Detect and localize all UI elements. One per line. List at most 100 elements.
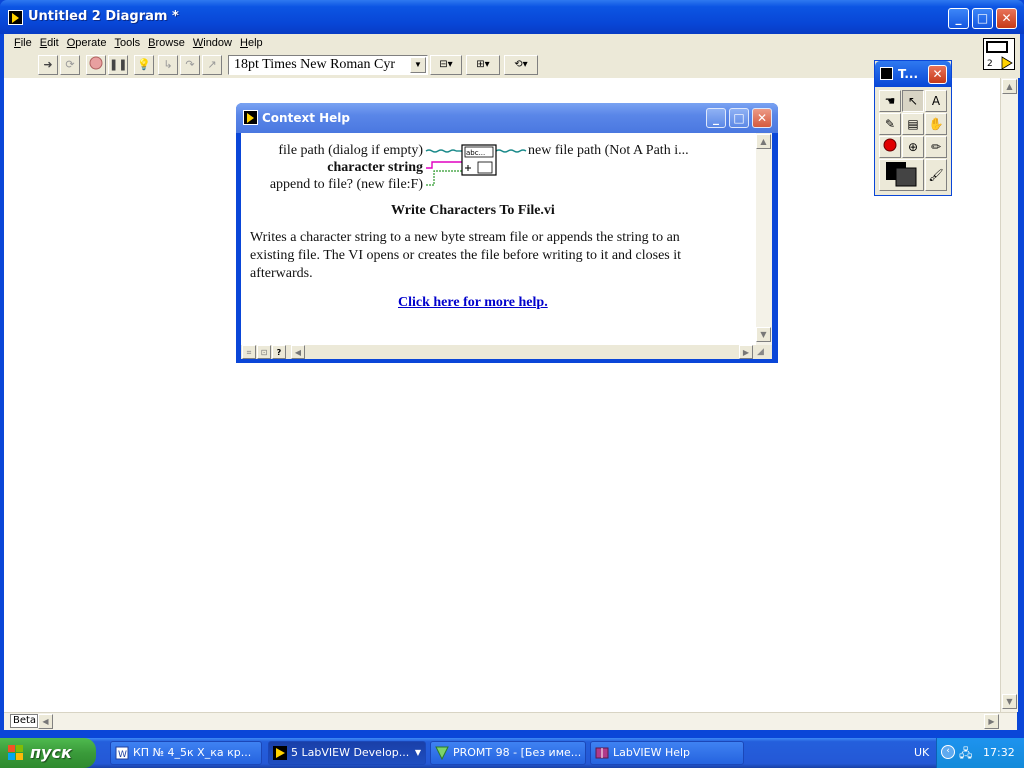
menu-operate[interactable]: Operate [63, 34, 111, 52]
toolbar: ➜ ⟳ ❚❚ 💡 ↳ ↷ ↗ 18pt Times New Roman Cyr … [4, 52, 980, 78]
scroll-hand-icon[interactable]: ✋ [925, 113, 947, 135]
menu-bar: File Edit Operate Tools Browse Window Help [4, 34, 980, 52]
scroll-left-icon[interactable]: ◀ [38, 714, 53, 729]
menu-help[interactable]: Help [236, 34, 267, 52]
language-indicator[interactable]: UK [914, 738, 929, 768]
vi-description: Writes a character string to a new byte … [250, 230, 682, 281]
pause-icon[interactable]: ❚❚ [108, 55, 128, 75]
minimize-button[interactable]: _ [948, 8, 969, 29]
tools-palette-titlebar[interactable]: T... ✕ [875, 61, 951, 87]
taskbar-item-promt[interactable]: PROMT 98 - [Без име... [430, 741, 586, 765]
step-out-icon[interactable]: ↗ [202, 55, 222, 75]
tools-palette-title: T... [898, 67, 919, 81]
menu-tools[interactable]: Tools [110, 34, 144, 52]
scroll-up-icon[interactable]: ▲ [1002, 79, 1017, 94]
svg-text:W: W [118, 750, 127, 760]
breakpoint-icon[interactable] [879, 136, 901, 158]
help-book-icon [595, 747, 609, 759]
object-shortcut-menu-icon[interactable]: ▤ [902, 113, 924, 135]
probe-icon[interactable]: ⊕ [902, 136, 924, 158]
tools-palette-close-button[interactable]: ✕ [928, 65, 947, 84]
windows-flag-icon [8, 745, 23, 760]
scroll-down-icon[interactable]: ▼ [1002, 694, 1017, 709]
scroll-up-icon[interactable]: ▲ [756, 134, 771, 149]
menu-edit[interactable]: Edit [36, 34, 63, 52]
system-tray: ‹ 🖧 17:32 [936, 738, 1024, 768]
word-doc-icon: W [115, 746, 129, 760]
lock-help-icon[interactable]: ⊡ [257, 345, 271, 359]
menu-window[interactable]: Window [189, 34, 236, 52]
resize-grip-icon[interactable]: ◢ [757, 347, 770, 359]
more-help-link[interactable]: Click here for more help. [398, 295, 548, 311]
run-arrow-icon[interactable]: ➜ [38, 55, 58, 75]
color-brush-icon[interactable]: 🖌 [925, 159, 947, 191]
taskbar-item-label: КП № 4_5к Х_ка кр... [133, 746, 252, 759]
vi-icon-number: 2 [987, 59, 993, 69]
clock[interactable]: 17:32 [983, 738, 1015, 768]
align-objects-dropdown[interactable]: ⊟▾ [430, 55, 462, 75]
edit-text-icon[interactable]: A [925, 90, 947, 112]
scroll-down-icon[interactable]: ▼ [756, 327, 771, 342]
close-button[interactable]: ✕ [996, 8, 1017, 29]
connect-wire-icon[interactable]: ✎ [879, 113, 901, 135]
start-button[interactable]: пуск [0, 738, 96, 768]
taskbar-item-label: LabVIEW Help [613, 746, 691, 759]
terminal-label-character-string: character string [327, 160, 423, 175]
title-bar[interactable]: Untitled 2 Diagram * _ □ ✕ [0, 0, 1024, 34]
labview-app-icon [880, 67, 893, 80]
labview-app-icon [273, 746, 287, 760]
vi-icon[interactable]: 2 [983, 38, 1015, 70]
show-hidden-icons-icon[interactable]: ‹ [941, 745, 955, 759]
context-help-titlebar[interactable]: Context Help _ □ ✕ [236, 103, 778, 133]
context-help-bottom-bar: ⌗ ⊡ ? ◀ ▶ ◢ [241, 345, 772, 359]
taskbar-item-labview-help[interactable]: LabVIEW Help [590, 741, 744, 765]
abort-icon[interactable] [86, 55, 106, 75]
step-into-icon[interactable]: ↳ [158, 55, 178, 75]
set-color-icon[interactable] [879, 159, 924, 191]
terminal-label-append: append to file? (new file:F) [269, 177, 423, 192]
context-help-vertical-scrollbar[interactable]: ▲ ▼ [756, 133, 772, 345]
scroll-right-icon[interactable]: ▶ [739, 345, 753, 359]
simple-help-icon[interactable]: ⌗ [242, 345, 256, 359]
highlight-execution-icon[interactable]: 💡 [134, 55, 154, 75]
vi-connector-diagram: abc... [425, 144, 527, 186]
scroll-right-icon[interactable]: ▶ [984, 714, 999, 729]
font-select[interactable]: 18pt Times New Roman Cyr ▼ [228, 55, 428, 75]
labview-app-icon[interactable] [8, 10, 23, 25]
menu-browse[interactable]: Browse [144, 34, 189, 52]
operate-hand-icon[interactable]: ☚ [879, 90, 901, 112]
context-help-content: file path (dialog if empty) character st… [241, 133, 756, 345]
get-color-icon[interactable]: ✏ [925, 136, 947, 158]
chevron-down-icon[interactable]: ▼ [415, 742, 421, 764]
context-help-title: Context Help [262, 111, 351, 125]
start-label: пуск [30, 743, 72, 762]
promt-icon [435, 746, 449, 760]
labview-app-icon [243, 110, 258, 125]
taskbar-item-label: 5 LabVIEW Develop... [291, 746, 410, 759]
diagram-horizontal-scrollbar[interactable]: Beta ◀ ▶ [4, 712, 1017, 730]
taskbar-item-label: PROMT 98 - [Без име... [453, 746, 582, 759]
run-continuously-icon[interactable]: ⟳ [60, 55, 80, 75]
diagram-vertical-scrollbar[interactable]: ▲ ▼ [1000, 78, 1018, 712]
distribute-objects-dropdown[interactable]: ⊞▾ [466, 55, 500, 75]
step-over-icon[interactable]: ↷ [180, 55, 200, 75]
vi-name: Write Characters To File.vi [391, 203, 555, 218]
help-question-icon[interactable]: ? [272, 345, 286, 359]
taskbar: пуск W КП № 4_5к Х_ка кр... 5 LabVIEW De… [0, 738, 1024, 768]
position-arrow-icon[interactable]: ↖ [902, 90, 924, 112]
status-beta-label: Beta [10, 714, 38, 728]
context-help-minimize-button[interactable]: _ [706, 108, 726, 128]
context-help-maximize-button[interactable]: □ [729, 108, 749, 128]
taskbar-item-labview[interactable]: 5 LabVIEW Develop... ▼ [268, 741, 426, 765]
chevron-down-icon[interactable]: ▼ [410, 57, 426, 73]
terminal-label-file-path: file path (dialog if empty) [278, 143, 423, 158]
terminal-label-new-file-path: new file path (Not A Path i... [528, 143, 689, 158]
network-icon[interactable]: 🖧 [959, 738, 972, 768]
scroll-left-icon[interactable]: ◀ [291, 345, 305, 359]
taskbar-item-word[interactable]: W КП № 4_5к Х_ка кр... [110, 741, 262, 765]
reorder-dropdown[interactable]: ⟲▾ [504, 55, 538, 75]
context-help-close-button[interactable]: ✕ [752, 108, 772, 128]
vi-icon-area: 2 [980, 34, 1020, 78]
maximize-button[interactable]: □ [972, 8, 993, 29]
menu-file[interactable]: File [10, 34, 36, 52]
